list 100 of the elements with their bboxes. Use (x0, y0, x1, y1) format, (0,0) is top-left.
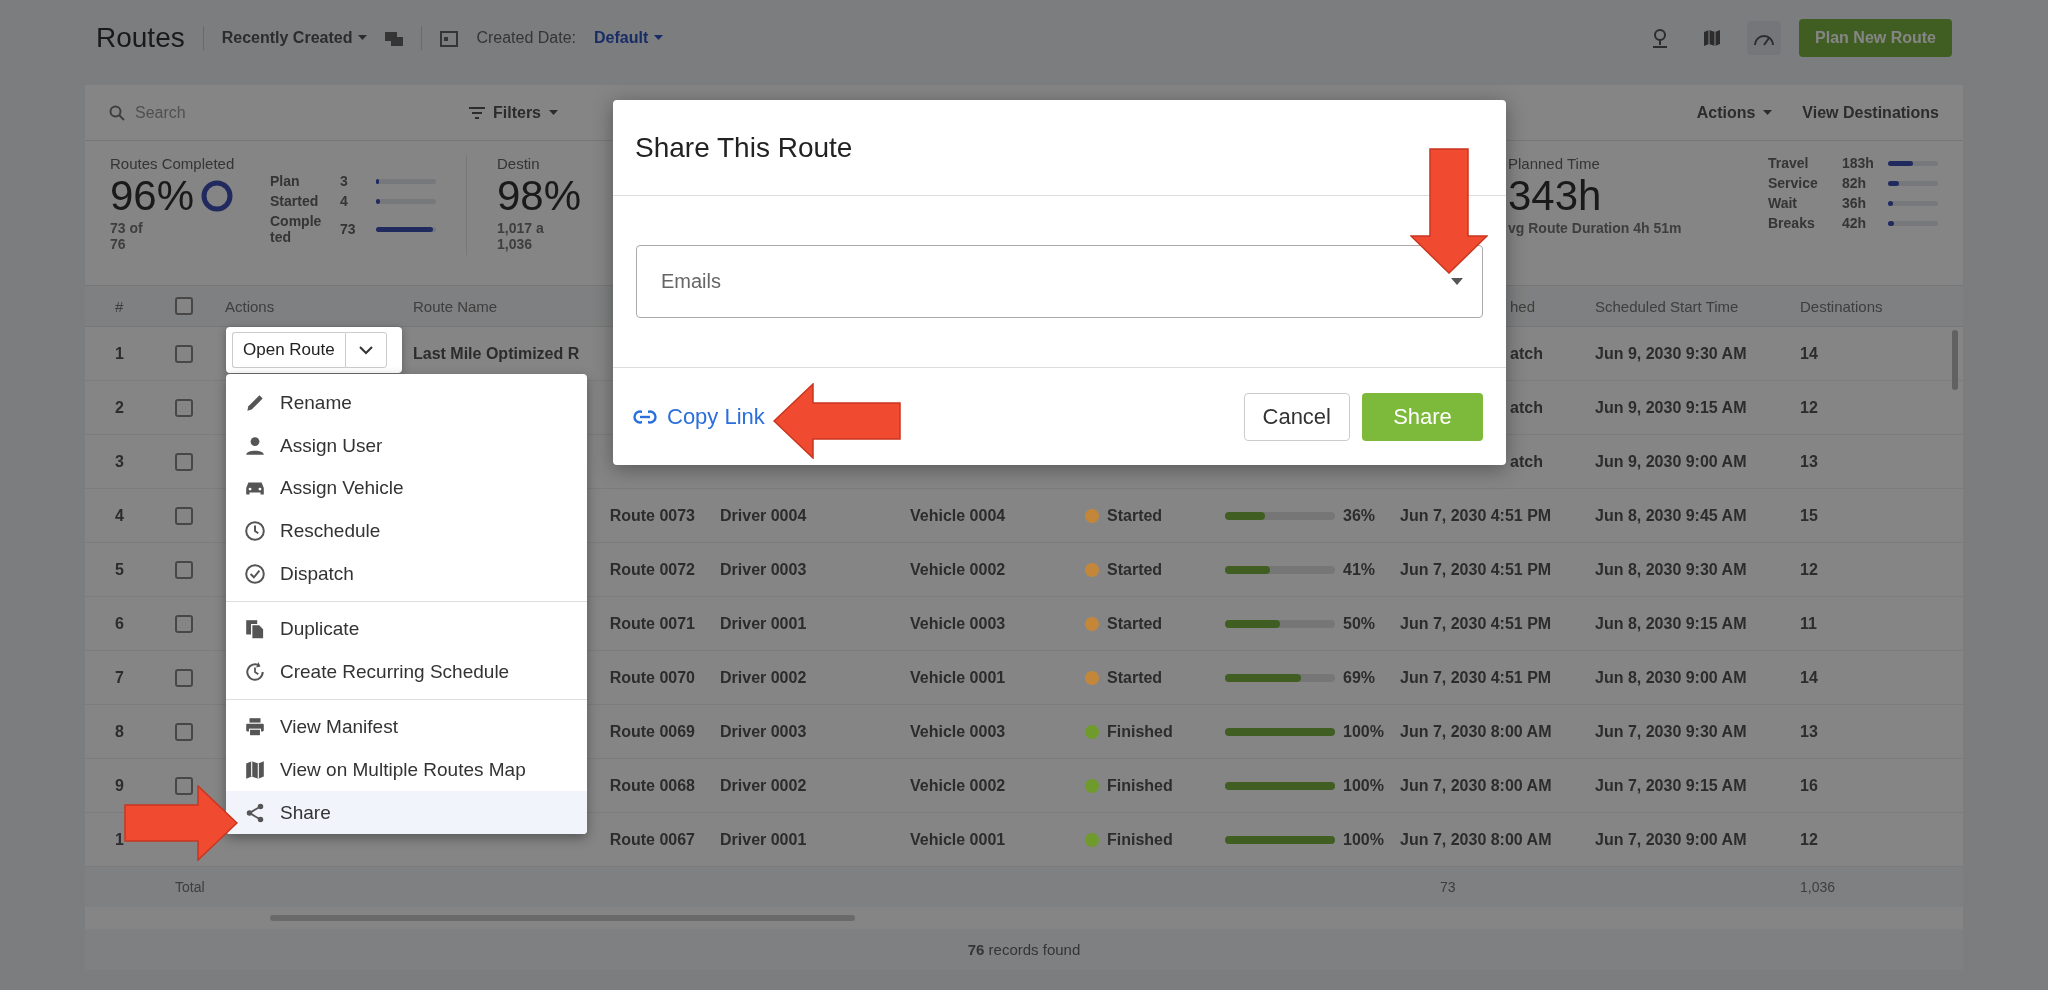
breakdown-label: Wait (1768, 195, 1799, 211)
progress-text: 50% (1343, 614, 1376, 633)
menu-item[interactable]: Create Recurring Schedule (226, 650, 587, 694)
table-cell: Driver 0003 (720, 560, 807, 579)
actions-dropdown[interactable]: Actions (1696, 103, 1756, 122)
emails-field[interactable]: Emails (636, 245, 1483, 318)
table-cell: Vehicle 0003 (910, 614, 1006, 633)
filter-icon (469, 106, 485, 119)
stat-subtext: 1,036 (497, 236, 534, 252)
checkbox[interactable] (175, 776, 193, 795)
table-cell: Driver 0004 (720, 506, 807, 525)
gauge-icon[interactable] (1747, 20, 1782, 55)
link-icon (633, 409, 657, 424)
copy-link[interactable]: Copy Link (633, 403, 765, 430)
breakdown-label: Breaks (1768, 215, 1816, 231)
search-icon (109, 104, 125, 121)
column-header: # (115, 297, 124, 315)
donut-chart-icon (200, 179, 235, 213)
table-cell: Jun 7, 2030 4:51 PM (1400, 668, 1552, 687)
checkbox[interactable] (175, 722, 193, 741)
menu-item[interactable]: Share (226, 791, 587, 834)
table-cell: Vehicle 0001 (910, 830, 1006, 849)
stat-title: Routes Completed (110, 155, 236, 172)
row-number: 4 (115, 506, 124, 525)
checkbox[interactable] (175, 344, 193, 363)
map-icon (244, 759, 266, 782)
table-cell: atch (1510, 398, 1543, 417)
open-route-button[interactable]: Open Route (232, 332, 345, 368)
row-number: 5 (115, 560, 124, 579)
table-cell-text: Route 0071 (609, 614, 696, 633)
table-cell-text: Route 0072 (609, 560, 696, 579)
breakdown-label: Travel (1768, 155, 1810, 171)
table-cell: Jun 7, 2030 4:51 PM (1400, 614, 1552, 633)
total-value: 73 (1439, 879, 1456, 895)
menu-item[interactable]: Rename (226, 382, 587, 425)
row-number: 7 (115, 668, 124, 687)
menu-item[interactable]: Reschedule (226, 509, 587, 553)
table-cell: Vehicle 0001 (910, 668, 1006, 687)
calendar-icon (440, 28, 459, 47)
breakdown-label: Plan (270, 173, 301, 189)
table-cell: Jun 7, 2030 4:51 PM (1400, 560, 1552, 579)
checkbox[interactable] (175, 297, 193, 315)
table-cell-text: Route 0068 (609, 776, 696, 795)
scrollbar[interactable] (270, 915, 855, 921)
table-cell: Vehicle 0004 (910, 506, 1006, 525)
menu-item[interactable]: View on Multiple Routes Map (226, 748, 587, 792)
person-icon (244, 434, 266, 457)
breakdown-count: 3 (340, 173, 349, 189)
checkbox[interactable] (175, 560, 193, 579)
breakdown-value: 36h (1842, 195, 1868, 211)
view-destinations-button[interactable]: View Destinations (1802, 103, 1939, 122)
caret-icon (654, 35, 664, 40)
table-cell: Jun 9, 2030 9:15 AM (1595, 398, 1747, 417)
checkbox[interactable] (175, 506, 193, 525)
table-cell: Last Mile Optimized R (413, 344, 580, 363)
filters-button[interactable]: Filters (493, 103, 541, 122)
checkbox[interactable] (175, 452, 193, 471)
table-cell: Jun 7, 2030 8:00 AM (1400, 722, 1552, 741)
table-cell: 15 (1800, 506, 1818, 525)
total-value: 1,036 (1800, 879, 1836, 895)
column-header: Destinations (1800, 297, 1883, 315)
row-number: 3 (115, 452, 124, 471)
table-cell: 12 (1800, 830, 1818, 849)
checkbox[interactable] (175, 614, 193, 633)
table-cell-text: Route 0070 (609, 668, 696, 687)
status-text: Started (1107, 560, 1163, 579)
table-cell: Jun 8, 2030 9:30 AM (1595, 560, 1747, 579)
row-number: 2 (115, 398, 124, 417)
clock-icon (244, 520, 266, 543)
menu-item[interactable]: Duplicate (226, 607, 587, 651)
dialog-title: Share This Route (635, 131, 853, 164)
page-title: Routes (96, 21, 185, 54)
table-cell-text: Route 0067 (609, 830, 696, 849)
menu-item[interactable]: Assign User (226, 424, 587, 468)
status-text: Started (1107, 506, 1163, 525)
column-header: Actions (225, 297, 275, 315)
menu-item[interactable]: View Manifest (226, 706, 587, 749)
scrollbar[interactable] (1952, 330, 1958, 390)
table-cell: 13 (1800, 722, 1818, 741)
table-cell: atch (1510, 344, 1543, 363)
date-filter-label: Created Date: (476, 28, 577, 47)
table-cell: Jun 8, 2030 9:00 AM (1595, 668, 1747, 687)
checkbox[interactable] (175, 668, 193, 687)
menu-item[interactable]: Dispatch (226, 552, 587, 595)
stat-value: 98% (497, 172, 582, 220)
table-cell: Jun 7, 2030 4:51 PM (1400, 506, 1552, 525)
row-number: 9 (115, 776, 124, 795)
table-cell: Jun 9, 2030 9:00 AM (1595, 452, 1747, 471)
breakdown-value: 42h (1842, 215, 1868, 231)
row-number: 6 (115, 614, 124, 633)
caret-icon (1763, 110, 1773, 115)
table-cell: Driver 0003 (720, 722, 807, 741)
table-cell: 12 (1800, 398, 1818, 417)
cancel-button[interactable]: Cancel (1243, 392, 1350, 441)
dropdown-toggle[interactable] (344, 332, 387, 368)
menu-item[interactable]: Assign Vehicle (226, 467, 587, 510)
checkbox[interactable] (175, 398, 193, 417)
table-cell: Jun 8, 2030 9:45 AM (1595, 506, 1747, 525)
breakdown-label: Service (1768, 175, 1819, 191)
status-text: Finished (1107, 722, 1173, 741)
